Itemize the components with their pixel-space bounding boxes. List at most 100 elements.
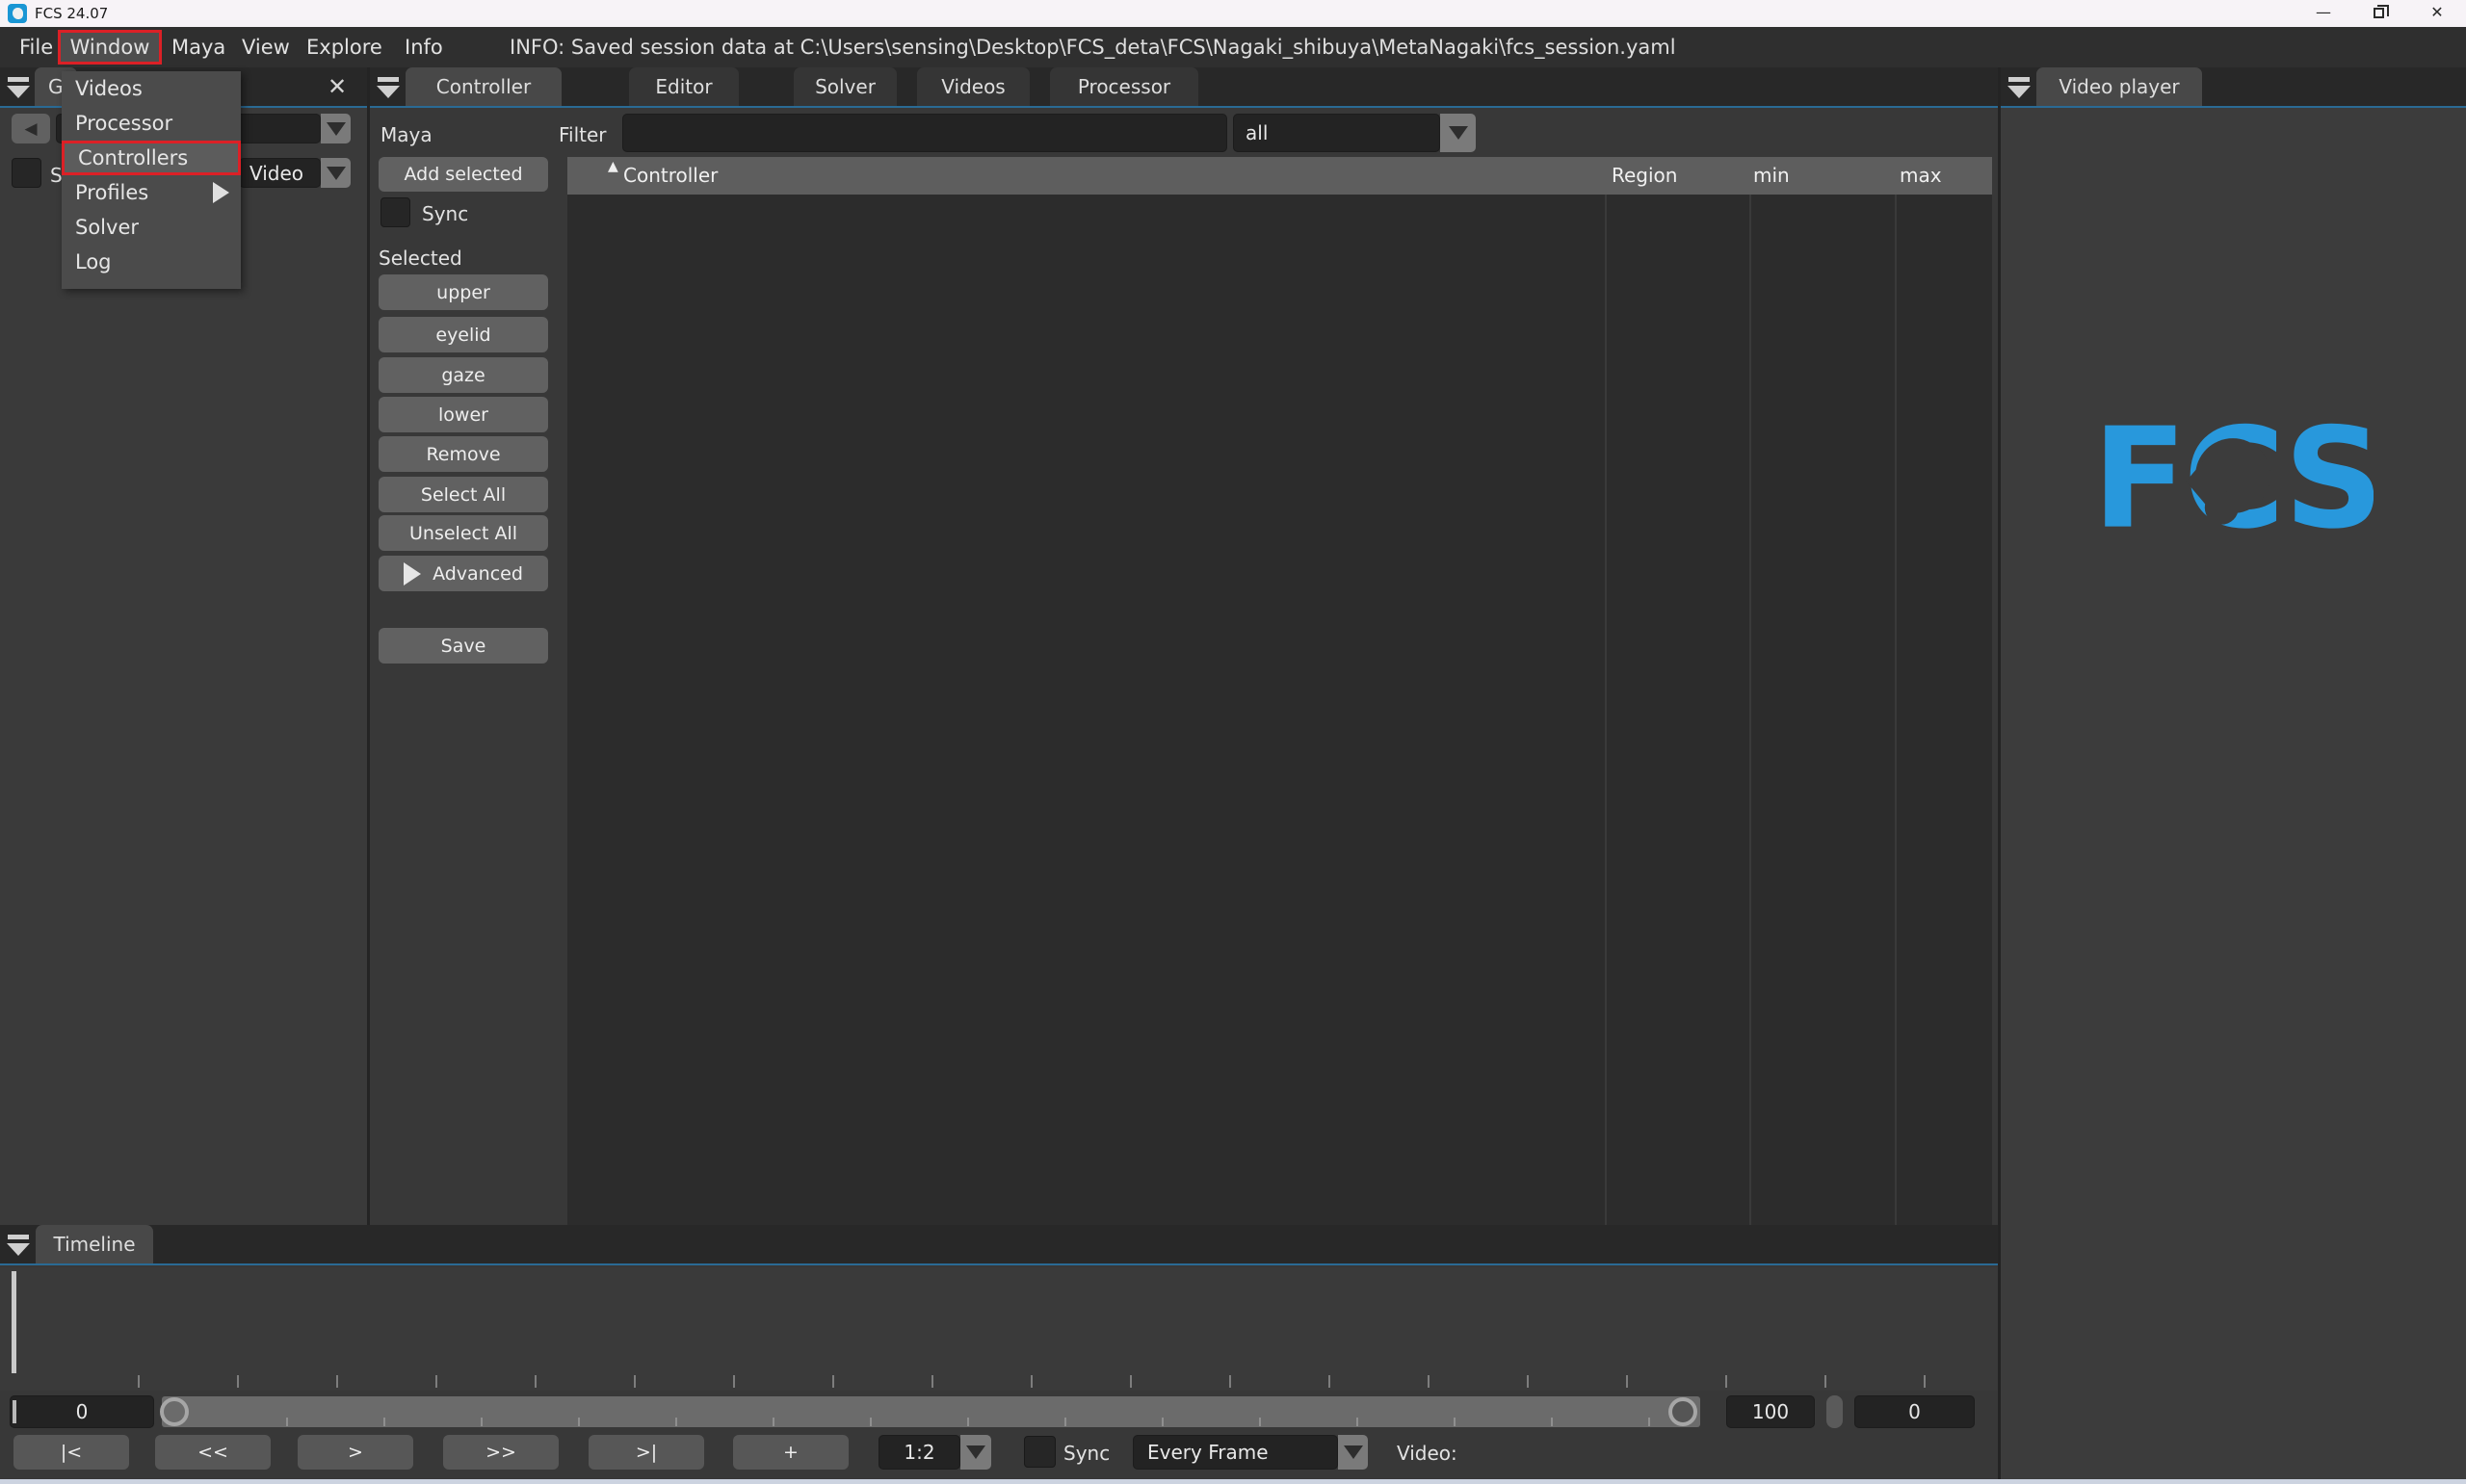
close-icon[interactable]: ✕: [328, 73, 347, 100]
video-combo-field[interactable]: Video: [239, 158, 321, 188]
col-controller[interactable]: Controller: [623, 164, 718, 187]
timeline-header: Timeline: [0, 1225, 1998, 1265]
maya-label: Maya: [380, 123, 433, 146]
profiles-label: Profiles: [75, 181, 148, 204]
playhead-marker[interactable]: [12, 1271, 16, 1373]
playmode-combo-dropdown[interactable]: [1338, 1435, 1368, 1470]
track-ticks: [191, 1418, 1674, 1426]
tab-timeline[interactable]: Timeline: [36, 1225, 153, 1263]
tab-solver[interactable]: Solver: [794, 67, 897, 106]
timeline-ruler[interactable]: [0, 1267, 1998, 1391]
col-min[interactable]: min: [1753, 164, 1790, 187]
maximize-button[interactable]: [2360, 4, 2399, 23]
window-dropdown-menu: Videos Processor Controllers Profiles So…: [62, 71, 241, 289]
step-forward-button[interactable]: >>: [443, 1435, 559, 1470]
tab-processor[interactable]: Processor: [1050, 67, 1198, 106]
go-start-button[interactable]: |<: [13, 1435, 129, 1470]
menu-file[interactable]: File: [19, 36, 53, 59]
left-combo-dropdown[interactable]: [321, 114, 351, 143]
menu-item-log[interactable]: Log: [62, 245, 241, 279]
tab-video-player[interactable]: Video player: [2036, 67, 2202, 106]
panel-menu-icon[interactable]: [2007, 76, 2031, 99]
menu-view[interactable]: View: [242, 36, 290, 59]
chevron-down-icon: [966, 1445, 985, 1459]
chevron-down-icon: [327, 122, 346, 136]
video-player-panel: Video player FCS: [2001, 67, 2466, 1484]
app-title: FCS 24.07: [35, 5, 108, 22]
table-body[interactable]: [567, 195, 1992, 1225]
maximize-icon: [2374, 8, 2384, 18]
rate-combo-field[interactable]: 1:2: [879, 1435, 960, 1470]
timeline-sync-label: Sync: [1063, 1442, 1110, 1465]
scope-combo-field[interactable]: all: [1233, 114, 1440, 152]
left-row-label: S: [50, 164, 63, 187]
close-button[interactable]: ✕: [2418, 4, 2456, 23]
menu-info[interactable]: Info: [405, 36, 443, 59]
add-selected-button[interactable]: Add selected: [379, 157, 548, 192]
col-max[interactable]: max: [1900, 164, 1942, 187]
video-player-header: Video player: [2001, 67, 2466, 108]
group-button-upper[interactable]: upper: [379, 274, 548, 310]
group-button-lower[interactable]: lower: [379, 397, 548, 432]
column-divider: [1605, 195, 1607, 1225]
offset-field[interactable]: 0: [1854, 1395, 1975, 1428]
tab-editor[interactable]: Editor: [629, 67, 739, 106]
left-checkbox[interactable]: [12, 158, 41, 188]
current-frame-field[interactable]: 0: [10, 1395, 154, 1428]
select-all-button[interactable]: Select All: [379, 477, 548, 512]
col-region[interactable]: Region: [1612, 164, 1677, 187]
table-header[interactable]: ▲ Controller Region min max default: [567, 157, 1992, 195]
title-bar: FCS 24.07 — ✕: [0, 0, 2466, 27]
video-label: Video:: [1397, 1442, 1457, 1465]
panel-menu-icon[interactable]: [377, 76, 400, 99]
group-button-eyelid[interactable]: eyelid: [379, 317, 548, 352]
controller-panel: Controller Editor Solver Videos Processo…: [370, 67, 1998, 1225]
range-end-field[interactable]: 100: [1726, 1395, 1815, 1428]
panel-menu-icon[interactable]: [7, 76, 30, 99]
play-button[interactable]: >: [298, 1435, 413, 1470]
tab-controller[interactable]: Controller: [406, 67, 562, 106]
timeline-sync-checkbox[interactable]: [1024, 1436, 1056, 1468]
add-button[interactable]: +: [733, 1435, 849, 1470]
sync-label: Sync: [422, 202, 468, 225]
chevron-down-icon: [1344, 1445, 1363, 1459]
group-button-gaze[interactable]: gaze: [379, 357, 548, 393]
menu-item-solver[interactable]: Solver: [62, 210, 241, 245]
menu-item-controllers[interactable]: Controllers: [62, 141, 241, 175]
filter-input[interactable]: [622, 114, 1227, 152]
go-end-button[interactable]: >|: [589, 1435, 704, 1470]
column-divider: [1895, 195, 1897, 1225]
sync-checkbox[interactable]: [380, 197, 410, 227]
tab-videos[interactable]: Videos: [917, 67, 1030, 106]
range-slider-track[interactable]: [162, 1396, 1700, 1427]
advanced-label: Advanced: [433, 563, 523, 585]
minimize-button[interactable]: —: [2304, 4, 2343, 23]
menu-item-videos[interactable]: Videos: [62, 71, 241, 106]
playmode-combo-field[interactable]: Every Frame: [1133, 1435, 1338, 1470]
status-info-text: INFO: Saved session data at C:\Users\sen…: [510, 36, 1676, 59]
range-handle-start[interactable]: [160, 1397, 189, 1426]
menu-maya[interactable]: Maya: [171, 36, 225, 59]
menu-item-profiles[interactable]: Profiles: [62, 175, 241, 210]
sort-asc-icon: ▲: [608, 159, 618, 174]
controller-panel-header: Controller Editor Solver Videos Processo…: [370, 67, 1998, 108]
step-back-button[interactable]: <<: [155, 1435, 271, 1470]
scroll-pill[interactable]: [1826, 1395, 1843, 1428]
scope-combo-dropdown[interactable]: [1440, 114, 1476, 152]
rate-combo-dropdown[interactable]: [960, 1435, 991, 1470]
column-divider: [1749, 195, 1751, 1225]
fcs-logo: FCS: [2092, 403, 2374, 553]
panel-menu-icon[interactable]: [7, 1234, 30, 1257]
remove-button[interactable]: Remove: [379, 436, 548, 472]
unselect-all-button[interactable]: Unselect All: [379, 515, 548, 551]
back-button[interactable]: ◀: [12, 114, 50, 143]
advanced-button[interactable]: Advanced: [379, 556, 548, 591]
menu-window[interactable]: Window: [58, 30, 162, 65]
menu-item-processor[interactable]: Processor: [62, 106, 241, 141]
selected-label: Selected: [379, 247, 462, 270]
menu-bar: File Window Maya View Explore Info INFO:…: [0, 27, 2466, 67]
save-button[interactable]: Save: [379, 628, 548, 664]
range-handle-end[interactable]: [1668, 1397, 1697, 1426]
video-combo-dropdown[interactable]: [321, 158, 351, 188]
menu-explore[interactable]: Explore: [306, 36, 382, 59]
